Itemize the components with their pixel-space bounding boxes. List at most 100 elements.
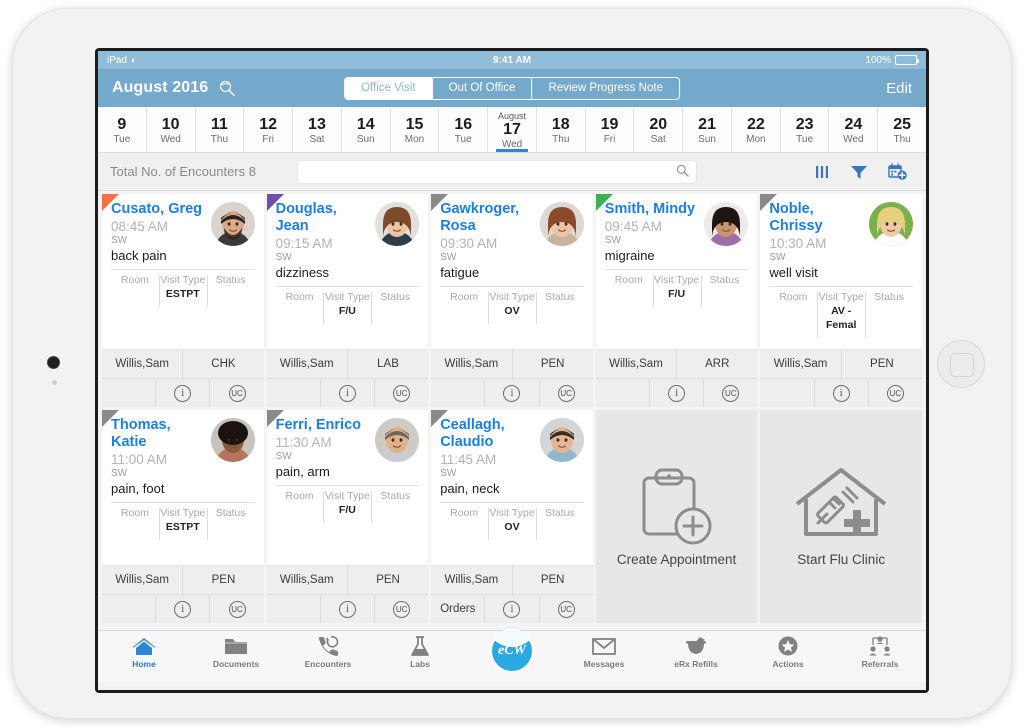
tab-labs[interactable]: Labs	[374, 635, 466, 669]
info-button[interactable]: i	[319, 595, 374, 623]
date-strip[interactable]: 9 Tue 10 Wed 11 Thu 12 Fri 13 Sat 14 Sun 15 Mon 16 Tue A…	[98, 107, 926, 153]
date-cell-14[interactable]: 14 Sun	[340, 107, 390, 152]
date-cell-15[interactable]: 15 Mon	[389, 107, 439, 152]
date-cell-25[interactable]: 25 Thu	[877, 107, 926, 152]
edit-button[interactable]: Edit	[886, 80, 912, 97]
tab-home[interactable]: Home	[98, 635, 190, 669]
footer-provider[interactable]: Willis,Sam	[431, 350, 511, 378]
tab-messages[interactable]: Messages	[558, 635, 650, 669]
home-button[interactable]	[937, 339, 985, 388]
info-button[interactable]: i	[155, 595, 209, 623]
footer-status-code[interactable]: PEN	[511, 350, 593, 378]
tab-actions[interactable]: Actions	[742, 635, 834, 669]
action-tile-start-flu-clinic[interactable]: Start Flu Clinic	[760, 410, 922, 623]
appointment-card[interactable]: Douglas, Jean 09:15 AM SW dizziness Room Visi…	[266, 194, 429, 407]
view-mode-segmented-control[interactable]: Office Visit Out Of Office Review Progress…	[344, 76, 680, 100]
date-cell-13[interactable]: 13 Sat	[292, 107, 341, 152]
filter-funnel-icon[interactable]	[850, 164, 868, 180]
urgent-care-button[interactable]: UC	[374, 595, 428, 623]
tab-encounters[interactable]: Encounters	[282, 635, 374, 669]
date-cell-10[interactable]: 10 Wed	[145, 107, 195, 152]
footer-status-code[interactable]: PEN	[182, 566, 263, 594]
action-tile-create-appointment[interactable]: Create Appointment	[595, 410, 758, 623]
info-button[interactable]: i	[155, 379, 209, 407]
footer-status-code[interactable]: ARR	[676, 350, 757, 378]
appointment-card[interactable]: Cusato, Greg 08:45 AM SW back pain Room Visit…	[102, 194, 264, 407]
patient-name[interactable]: Gawkroger, Rosa	[440, 201, 536, 235]
date-cell-24[interactable]: 24 Wed	[828, 107, 877, 152]
info-button[interactable]: i	[484, 595, 538, 623]
footer-status-code[interactable]: CHK	[182, 350, 263, 378]
footer-status-code[interactable]: PEN	[840, 350, 922, 378]
segment-review-progress-note[interactable]: Review Progress Note	[531, 77, 679, 99]
columns-view-icon[interactable]	[814, 164, 830, 180]
info-button[interactable]: i	[319, 379, 374, 407]
appointment-card[interactable]: Smith, Mindy 09:45 AM SW migraine Room Visit …	[595, 194, 758, 407]
search-input[interactable]	[305, 164, 676, 179]
date-cell-17[interactable]: August 17 Wed	[487, 107, 536, 152]
date-cell-18[interactable]: 18 Thu	[535, 107, 585, 152]
search-icon[interactable]	[676, 164, 689, 180]
footer-status-code[interactable]: PEN	[511, 566, 593, 594]
patient-name[interactable]: Noble, Chrissy	[769, 201, 865, 235]
bottom-tab-bar[interactable]: Home Documents Encounters Labs eCW Messages eR…	[98, 630, 926, 682]
footer-orders[interactable]	[596, 379, 649, 407]
patient-name[interactable]: Douglas, Jean	[276, 201, 372, 235]
date-cell-23[interactable]: 23 Tue	[779, 107, 829, 152]
footer-orders[interactable]	[267, 379, 320, 407]
footer-orders[interactable]	[760, 379, 813, 407]
urgent-care-button[interactable]: UC	[867, 379, 922, 407]
tab-ecw[interactable]: eCW	[466, 631, 558, 671]
footer-provider[interactable]: Willis,Sam	[267, 350, 347, 378]
tab-referrals[interactable]: Referrals	[834, 635, 926, 669]
tab-erx-refills[interactable]: eRx Refills	[650, 635, 742, 669]
info-button[interactable]: i	[649, 379, 703, 407]
urgent-care-button[interactable]: UC	[538, 379, 593, 407]
patient-name[interactable]: Thomas, Katie	[111, 417, 207, 451]
urgent-care-button[interactable]: UC	[209, 379, 263, 407]
footer-provider[interactable]: Willis,Sam	[102, 350, 182, 378]
footer-status-code[interactable]: PEN	[346, 566, 428, 594]
month-search-icon[interactable]	[218, 79, 236, 97]
date-cell-11[interactable]: 11 Thu	[194, 107, 244, 152]
footer-provider[interactable]: Willis,Sam	[431, 566, 511, 594]
appointment-card[interactable]: Ferri, Enrico 11:30 AM SW pain, arm Room Visi…	[266, 410, 429, 623]
footer-status-code[interactable]: LAB	[346, 350, 428, 378]
date-cell-12[interactable]: 12 Fri	[243, 107, 292, 152]
segment-out-of-office[interactable]: Out Of Office	[431, 77, 532, 99]
footer-provider[interactable]: Willis,Sam	[102, 566, 182, 594]
urgent-care-button[interactable]: UC	[374, 379, 428, 407]
patient-name[interactable]: Ceallagh, Claudio	[440, 417, 536, 451]
info-button[interactable]: i	[484, 379, 538, 407]
ecw-logo-icon[interactable]: eCW	[492, 631, 532, 671]
calendar-add-icon[interactable]	[888, 162, 908, 181]
urgent-care-button[interactable]: UC	[209, 595, 263, 623]
urgent-care-button[interactable]: UC	[703, 379, 757, 407]
appointment-card[interactable]: Noble, Chrissy 10:30 AM SW well visit Room Vi…	[760, 194, 922, 407]
footer-orders[interactable]	[102, 595, 155, 623]
date-cell-20[interactable]: 20 Sat	[633, 107, 682, 152]
footer-orders[interactable]	[267, 595, 320, 623]
appointment-card[interactable]: Thomas, Katie 11:00 AM SW pain, foot Room Vis…	[102, 410, 264, 623]
date-cell-16[interactable]: 16 Tue	[438, 107, 487, 152]
tab-documents[interactable]: Documents	[190, 635, 282, 669]
footer-orders[interactable]	[431, 379, 484, 407]
appointment-card[interactable]: Ceallagh, Claudio 11:45 AM SW pain, neck Roo…	[431, 410, 593, 623]
date-cell-9[interactable]: 9 Tue	[98, 107, 146, 152]
urgent-care-button[interactable]: UC	[538, 595, 593, 623]
segment-office-visit[interactable]: Office Visit	[345, 77, 432, 99]
footer-orders[interactable]	[102, 379, 155, 407]
appointment-card[interactable]: Gawkroger, Rosa 09:30 AM SW fatigue Room Visi…	[431, 194, 593, 407]
footer-provider[interactable]: Willis,Sam	[267, 566, 347, 594]
search-bar[interactable]	[297, 159, 697, 184]
patient-name[interactable]: Cusato, Greg	[111, 201, 207, 218]
footer-provider[interactable]: Willis,Sam	[760, 350, 840, 378]
date-cell-21[interactable]: 21 Sun	[682, 107, 731, 152]
patient-name[interactable]: Smith, Mindy	[605, 201, 701, 218]
footer-orders[interactable]: Orders	[431, 595, 484, 623]
footer-provider[interactable]: Willis,Sam	[596, 350, 676, 378]
date-cell-22[interactable]: 22 Mon	[730, 107, 780, 152]
info-button[interactable]: i	[813, 379, 868, 407]
date-cell-19[interactable]: 19 Fri	[584, 107, 634, 152]
patient-name[interactable]: Ferri, Enrico	[276, 417, 372, 434]
